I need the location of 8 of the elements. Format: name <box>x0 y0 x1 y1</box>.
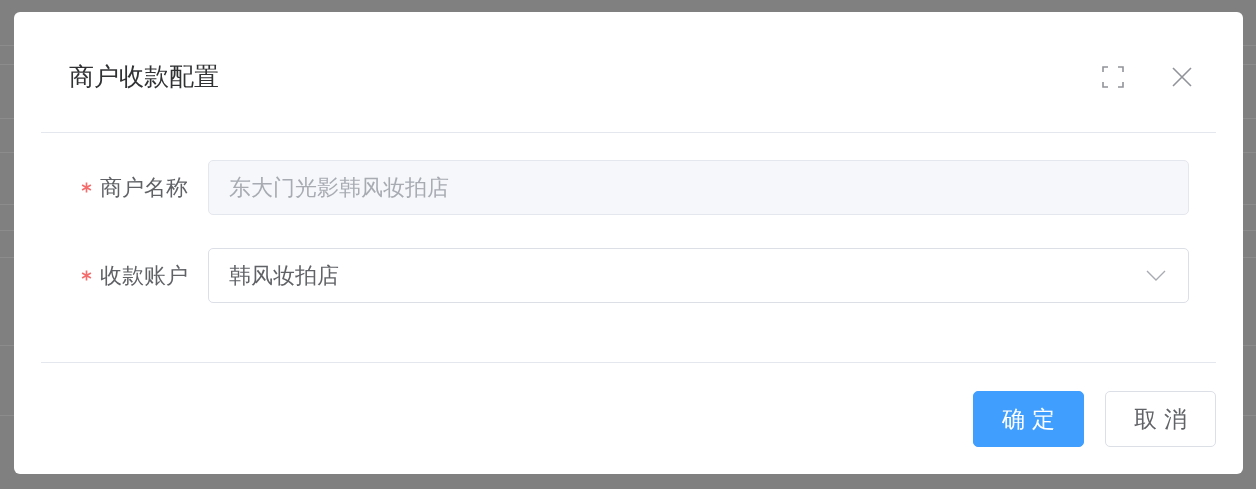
cancel-button[interactable]: 取 消 <box>1105 391 1216 447</box>
chevron-down-icon <box>1146 270 1166 281</box>
field-label: 商户名称 <box>100 174 188 202</box>
fullscreen-icon[interactable] <box>1102 66 1124 88</box>
dialog-title: 商户收款配置 <box>69 61 220 94</box>
close-icon[interactable] <box>1172 67 1192 87</box>
field-label: 收款账户 <box>100 262 188 290</box>
select-field[interactable]: 韩风妆拍店 <box>208 248 1189 303</box>
